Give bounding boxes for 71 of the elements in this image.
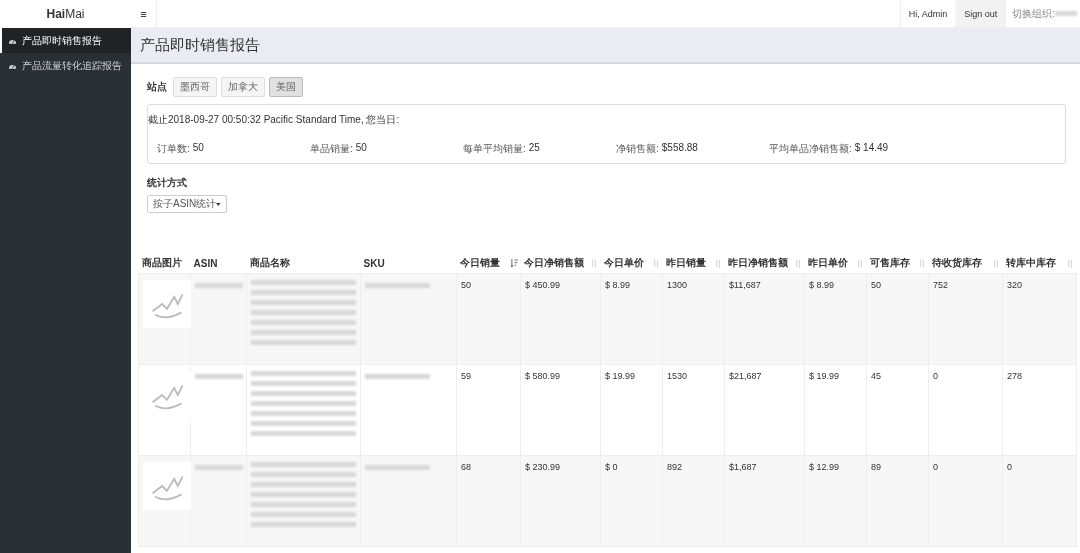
table-cell: $ 0 — [600, 455, 663, 547]
blurred-text — [1055, 11, 1077, 16]
blurred-text — [365, 465, 430, 470]
table-cell: $11,687 — [724, 273, 805, 365]
table-cell: $ 12.99 — [804, 455, 867, 547]
table-cell: 50 — [456, 273, 521, 365]
org-label: 切换组织: — [1011, 6, 1055, 21]
table-cell: $1,687 — [724, 455, 805, 547]
table-cell: 89 — [866, 455, 929, 547]
column-header[interactable]: 今日单价 — [600, 253, 663, 274]
column-header[interactable]: 昨日净销售额 — [724, 253, 805, 274]
site-button[interactable]: 美国 — [269, 77, 303, 97]
stat-method-select[interactable]: 按子ASIN统计 — [147, 195, 227, 213]
table-cell: 1530 — [662, 364, 725, 456]
column-header: 商品名称 — [246, 253, 361, 274]
column-header[interactable]: 可售库存 — [866, 253, 929, 274]
table-cell: 892 — [662, 455, 725, 547]
blurred-text — [195, 283, 243, 288]
table-cell: 59 — [456, 364, 521, 456]
stat-label: 平均单品净销售额: — [769, 142, 852, 156]
stat-value: 25 — [528, 142, 540, 155]
table-cell: 752 — [928, 273, 1003, 365]
table-cell: 0 — [928, 455, 1003, 547]
stat-label: 单品销量: — [310, 142, 353, 156]
stat-label: 净销售额: — [616, 142, 659, 156]
sign-out-button[interactable]: Sign out — [955, 0, 1007, 27]
site-label: 站点 — [147, 80, 167, 94]
table-cell: $ 230.99 — [520, 455, 601, 547]
blurred-text — [365, 283, 430, 288]
table-cell: 68 — [456, 455, 521, 547]
caret-icon — [216, 202, 221, 206]
table-cell: $ 580.99 — [520, 364, 601, 456]
column-header[interactable]: 昨日销量 — [662, 253, 725, 274]
column-header: SKU — [360, 253, 457, 274]
table-cell: $ 19.99 — [804, 364, 867, 456]
table-cell: 0 — [928, 364, 1003, 456]
table-cell: 320 — [1002, 273, 1077, 365]
table-cell: $ 8.99 — [600, 273, 663, 365]
column-header[interactable]: 待收货库存 — [928, 253, 1003, 274]
stat-value: 50 — [355, 142, 367, 155]
column-header[interactable]: 昨日单价 — [804, 253, 867, 274]
table-cell: 1300 — [662, 273, 725, 365]
stat-method-label: 统计方式 — [147, 176, 188, 190]
brand-logo: HaiMai — [0, 0, 131, 28]
table-cell: $ 8.99 — [804, 273, 867, 365]
blurred-text — [195, 374, 243, 379]
stat-value: 50 — [192, 142, 204, 155]
table-cell: 50 — [866, 273, 929, 365]
blurred-text — [365, 374, 430, 379]
column-header[interactable]: 今日销量 — [456, 253, 521, 274]
stat-label: 每单平均销量: — [463, 142, 526, 156]
as-of-text: 截止2018-09-27 00:50:32 Pacific Standard Time, 您当日: — [148, 113, 401, 127]
table-cell: $ 19.99 — [600, 364, 663, 456]
table-cell: 0 — [1002, 455, 1077, 547]
table-cell: $21,687 — [724, 364, 805, 456]
blurred-text — [195, 465, 243, 470]
page-title: 产品即时销售报告 — [140, 35, 260, 55]
sidebar-item[interactable]: 产品即时销售报告 — [0, 28, 131, 53]
site-button[interactable]: 墨西哥 — [173, 77, 217, 97]
column-header[interactable]: 转库中库存 — [1002, 253, 1077, 274]
column-header: 商品图片 — [138, 253, 191, 274]
stat-value: $ 14.49 — [854, 142, 889, 155]
table-cell: $ 450.99 — [520, 273, 601, 365]
column-header: ASIN — [190, 253, 247, 274]
sidebar-item[interactable]: 产品流量转化追踪报告 — [0, 53, 131, 78]
stat-label: 订单数: — [157, 142, 190, 156]
table-cell: 45 — [866, 364, 929, 456]
column-header[interactable]: 今日净销售额 — [520, 253, 601, 274]
stat-value: $558.88 — [661, 142, 698, 155]
site-button[interactable]: 加拿大 — [221, 77, 265, 97]
table-cell: 278 — [1002, 364, 1077, 456]
